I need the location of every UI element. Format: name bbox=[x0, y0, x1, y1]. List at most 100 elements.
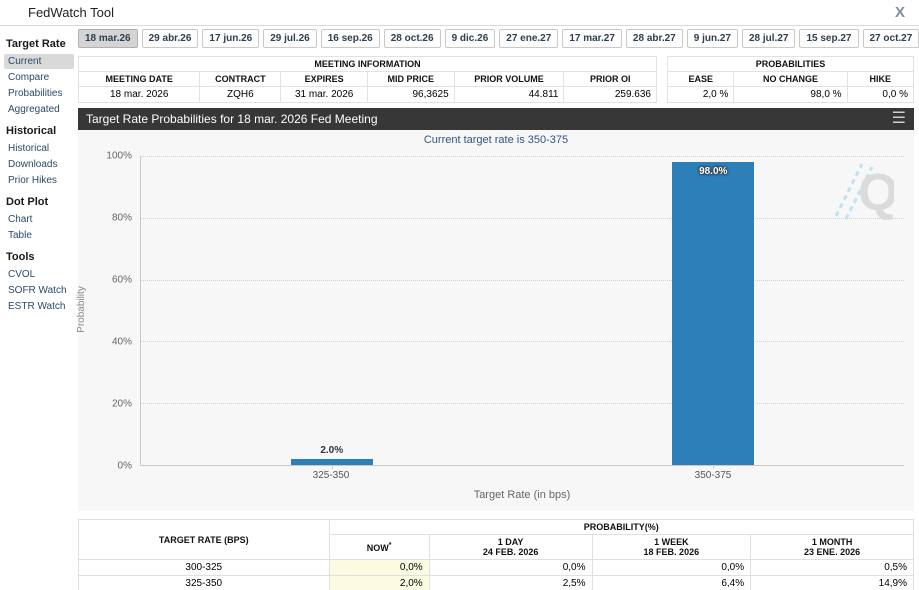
month-probability: 14,9% bbox=[751, 576, 914, 590]
group-header-probability: PROBABILITY(%) bbox=[329, 520, 914, 535]
svg-text:Q: Q bbox=[858, 164, 894, 220]
col-now: NOW* bbox=[329, 535, 429, 560]
chart-title: Target Rate Probabilities for 18 mar. 20… bbox=[86, 112, 378, 126]
tab-meeting-date[interactable]: 27 oct.27 bbox=[863, 29, 919, 48]
y-tick-20: 20% bbox=[90, 399, 132, 410]
x-axis-label: Target Rate (in bps) bbox=[140, 481, 904, 511]
prior-volume-value: 44.811 bbox=[454, 87, 564, 103]
bar-350-375: 98.0% bbox=[672, 156, 754, 465]
meeting-information-table: MEETING INFORMATION MEETING DATE CONTRAC… bbox=[78, 56, 657, 103]
contract-value: ZQH6 bbox=[200, 87, 281, 103]
day-probability: 2,5% bbox=[429, 576, 592, 590]
table-row: 325-350 2,0% 2,5% 6,4% 14,9% bbox=[79, 576, 914, 590]
sidebar-item-compare[interactable]: Compare bbox=[4, 70, 74, 85]
tab-meeting-date[interactable]: 29 jul.26 bbox=[263, 29, 316, 48]
col-1-week: 1 WEEK18 FEB. 2026 bbox=[592, 535, 751, 560]
ease-value: 2,0 % bbox=[668, 87, 734, 103]
month-probability: 0,5% bbox=[751, 560, 914, 576]
prior-oi-value: 259.636 bbox=[564, 87, 657, 103]
probability-chart-panel: Target Rate Probabilities for 18 mar. 20… bbox=[78, 108, 914, 511]
gridline-40 bbox=[141, 341, 904, 342]
sidebar-item-chart[interactable]: Chart bbox=[4, 212, 74, 227]
now-probability: 0,0% bbox=[329, 560, 429, 576]
sidebar-section-target-rate: Target Rate bbox=[6, 38, 76, 50]
tab-meeting-date[interactable]: 18 mar.26 bbox=[78, 29, 138, 48]
expires-value: 31 mar. 2026 bbox=[281, 87, 368, 103]
chart-title-bar: Target Rate Probabilities for 18 mar. 20… bbox=[78, 108, 914, 130]
sidebar-item-downloads[interactable]: Downloads bbox=[4, 157, 74, 172]
rate-range-label: 325-350 bbox=[79, 576, 330, 590]
category-label-325-350: 325-350 bbox=[140, 470, 522, 481]
tab-meeting-date[interactable]: 28 abr.27 bbox=[626, 29, 683, 48]
probabilities-summary-table: PROBABILITIES EASE NO CHANGE HIKE 2,0 % … bbox=[667, 56, 914, 103]
tab-meeting-date[interactable]: 15 sep.27 bbox=[799, 29, 858, 48]
app-title: FedWatch Tool bbox=[28, 5, 114, 20]
gridline-100 bbox=[141, 156, 904, 157]
mid-price-value: 96,3625 bbox=[367, 87, 454, 103]
week-probability: 0,0% bbox=[592, 560, 751, 576]
col-expires: EXPIRES bbox=[281, 72, 368, 87]
tab-meeting-date[interactable]: 28 jul.27 bbox=[742, 29, 795, 48]
probability-history-table-wrap: TARGET RATE (BPS) PROBABILITY(%) NOW* 1 … bbox=[78, 519, 914, 590]
quikstrike-watermark-icon: Q bbox=[822, 158, 894, 225]
main-content: 18 mar.26 29 abr.26 17 jun.26 29 jul.26 … bbox=[76, 26, 919, 590]
sidebar-section-historical: Historical bbox=[6, 125, 76, 137]
sidebar-section-tools: Tools bbox=[6, 251, 76, 263]
sidebar: Target Rate Current Compare Probabilitie… bbox=[0, 26, 76, 590]
gridline-20 bbox=[141, 403, 904, 404]
col-contract: CONTRACT bbox=[200, 72, 281, 87]
tab-meeting-date[interactable]: 27 ene.27 bbox=[499, 29, 558, 48]
y-tick-80: 80% bbox=[90, 213, 132, 224]
week-probability: 6,4% bbox=[592, 576, 751, 590]
bar-value-label: 2.0% bbox=[320, 445, 343, 456]
plot-background: 2.0% 98.0% bbox=[140, 156, 904, 466]
chart-plot-area: 2.0% 98.0% bbox=[140, 156, 904, 466]
category-label-350-375: 350-375 bbox=[522, 470, 904, 481]
y-axis-label: Probability bbox=[76, 286, 87, 333]
col-no-change: NO CHANGE bbox=[734, 72, 847, 87]
meeting-info-title: MEETING INFORMATION bbox=[79, 57, 657, 72]
close-icon[interactable]: X bbox=[895, 4, 905, 21]
tab-meeting-date[interactable]: 29 abr.26 bbox=[142, 29, 199, 48]
sidebar-section-dot-plot: Dot Plot bbox=[6, 196, 76, 208]
table-row: 300-325 0,0% 0,0% 0,0% 0,5% bbox=[79, 560, 914, 576]
sidebar-item-estr-watch[interactable]: ESTR Watch bbox=[4, 299, 74, 314]
no-change-value: 98,0 % bbox=[734, 87, 847, 103]
col-1-day: 1 DAY24 FEB. 2026 bbox=[429, 535, 592, 560]
sidebar-item-aggregated[interactable]: Aggregated bbox=[4, 102, 74, 117]
sidebar-item-current[interactable]: Current bbox=[4, 54, 74, 69]
tab-meeting-date[interactable]: 9 jun.27 bbox=[687, 29, 738, 48]
now-probability: 2,0% bbox=[329, 576, 429, 590]
col-ease: EASE bbox=[668, 72, 734, 87]
meeting-date-tabs: 18 mar.26 29 abr.26 17 jun.26 29 jul.26 … bbox=[78, 29, 914, 48]
col-target-rate-bps: TARGET RATE (BPS) bbox=[79, 520, 330, 560]
probabilities-title: PROBABILITIES bbox=[668, 57, 914, 72]
sidebar-item-historical[interactable]: Historical bbox=[4, 141, 74, 156]
sidebar-item-probabilities[interactable]: Probabilities bbox=[4, 86, 74, 101]
sidebar-item-cvol[interactable]: CVOL bbox=[4, 267, 74, 282]
x-axis-tick bbox=[332, 465, 333, 469]
col-prior-oi: PRIOR OI bbox=[564, 72, 657, 87]
meeting-date-value: 18 mar. 2026 bbox=[79, 87, 200, 103]
day-probability: 0,0% bbox=[429, 560, 592, 576]
x-category-labels: 325-350 350-375 bbox=[140, 470, 904, 481]
probability-history-table: TARGET RATE (BPS) PROBABILITY(%) NOW* 1 … bbox=[78, 519, 914, 590]
y-tick-40: 40% bbox=[90, 337, 132, 348]
tab-meeting-date[interactable]: 28 oct.26 bbox=[384, 29, 441, 48]
sidebar-item-prior-hikes[interactable]: Prior Hikes bbox=[4, 173, 74, 188]
tab-meeting-date[interactable]: 17 jun.26 bbox=[202, 29, 259, 48]
col-mid-price: MID PRICE bbox=[367, 72, 454, 87]
sidebar-item-sofr-watch[interactable]: SOFR Watch bbox=[4, 283, 74, 298]
chart-subtitle: Current target rate is 350-375 bbox=[78, 130, 914, 148]
tab-meeting-date[interactable]: 16 sep.26 bbox=[321, 29, 380, 48]
hike-value: 0,0 % bbox=[847, 87, 913, 103]
app-header: FedWatch Tool X bbox=[0, 0, 919, 26]
tab-meeting-date[interactable]: 9 dic.26 bbox=[445, 29, 496, 48]
gridline-60 bbox=[141, 280, 904, 281]
col-hike: HIKE bbox=[847, 72, 913, 87]
tab-meeting-date[interactable]: 17 mar.27 bbox=[562, 29, 622, 48]
chart-menu-icon[interactable]: ☰ bbox=[892, 108, 906, 130]
col-1-month: 1 MONTH23 ENE. 2026 bbox=[751, 535, 914, 560]
sidebar-item-table[interactable]: Table bbox=[4, 228, 74, 243]
y-tick-0: 0% bbox=[90, 461, 132, 472]
